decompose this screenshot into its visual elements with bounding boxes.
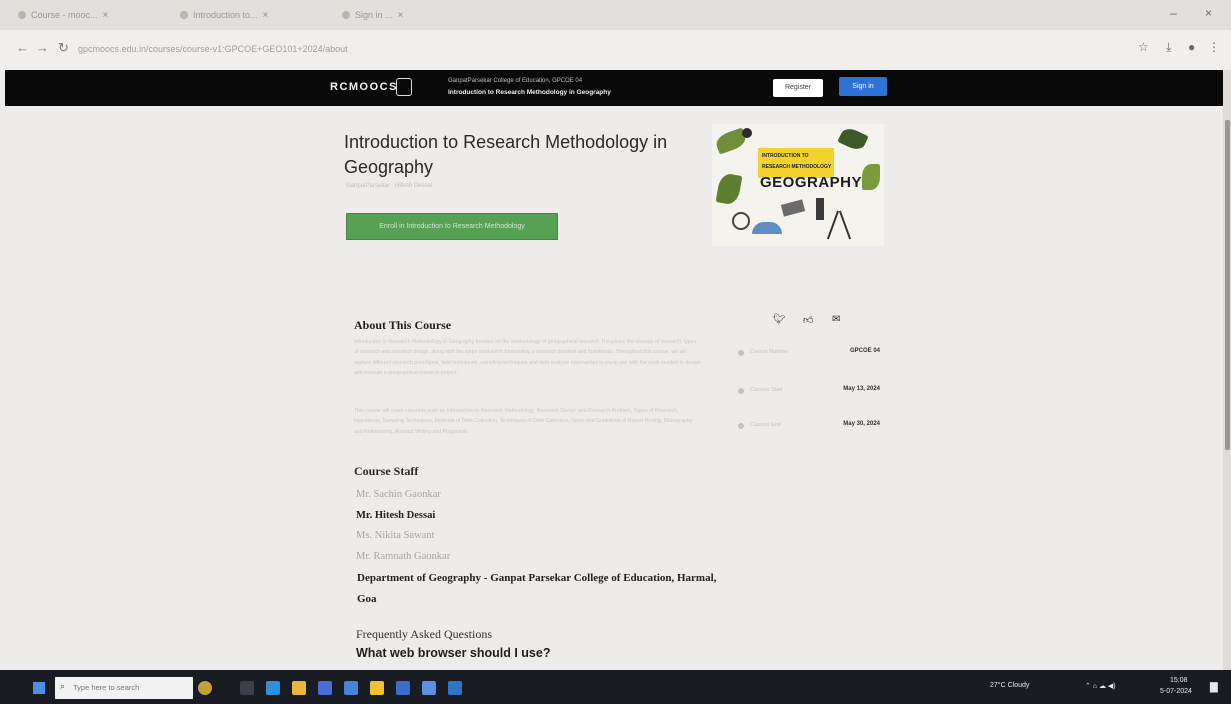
tripod-icon: [838, 210, 852, 240]
about-title: About This Course: [354, 318, 452, 332]
notification-icon[interactable]: ▇: [1210, 682, 1218, 693]
staff-member: Ms. Nikita Sawant: [356, 530, 435, 541]
tab-favicon-icon: [342, 11, 350, 19]
info-value: May 13, 2024: [843, 386, 880, 392]
edge-icon[interactable]: [266, 681, 280, 695]
tripod-icon: [826, 210, 840, 240]
course-number-icon: [738, 350, 744, 356]
tab-label: Sign in ...: [355, 10, 393, 20]
sign-in-button[interactable]: Sign in: [839, 77, 887, 96]
info-label: Classes Start: [750, 387, 783, 393]
about-paragraph: This course will cover concepts such as …: [354, 408, 693, 435]
cover-geography-word: GEOGRAPHY: [760, 174, 863, 191]
store-icon[interactable]: [318, 681, 332, 695]
back-icon[interactable]: ←: [16, 40, 29, 55]
chrome-icon[interactable]: [370, 681, 384, 695]
download-icon[interactable]: ⤓: [1166, 40, 1171, 55]
app-icon[interactable]: [448, 681, 462, 695]
clock-date[interactable]: 5-07-2024: [1160, 688, 1192, 695]
cortana-icon[interactable]: [198, 681, 212, 695]
course-cover-image: INTRODUCTION TO RESEARCH METHODOLOGY GEO…: [712, 124, 884, 246]
browser-tab-strip: Course - mooc... × Introduction to... × …: [0, 0, 1231, 30]
info-value: GPCOE 04: [849, 348, 880, 354]
course-title: Introduction to Research Methodology in …: [344, 132, 668, 177]
forward-icon[interactable]: →: [36, 40, 49, 55]
header-course-code: GanpatParsekar College of Education, GPC…: [448, 78, 583, 84]
bottle-icon: [816, 198, 824, 220]
close-tab-icon[interactable]: ×: [398, 10, 404, 21]
close-window-icon[interactable]: ×: [1205, 6, 1212, 20]
browser-tab[interactable]: Introduction to... ×: [180, 6, 268, 24]
url-field[interactable]: gpcmoocs.edu.in/courses/course-v1:GPCOE+…: [78, 44, 348, 54]
leaf-illustration: [715, 172, 743, 206]
info-row-course-number: Course Number GPCOE 04: [738, 348, 880, 360]
taskbar-search-placeholder: Type here to search: [73, 683, 140, 692]
tab-favicon-icon: [180, 11, 188, 19]
compass-icon: [742, 128, 752, 138]
magnifier-icon: [732, 212, 750, 230]
staff-member: Mr. Hitesh Dessai: [356, 510, 436, 521]
reload-icon[interactable]: ↻: [58, 40, 69, 56]
book-icon: [780, 199, 806, 217]
email-icon[interactable]: ✉: [832, 314, 840, 325]
department-name: Department of Geography - Ganpat Parseka…: [357, 572, 717, 605]
calendar-icon: [738, 388, 744, 394]
tab-label: Introduction to...: [193, 10, 258, 20]
scrollbar-thumb[interactable]: [1225, 120, 1230, 450]
faq-question[interactable]: What web browser should I use?: [356, 646, 550, 660]
mail-icon[interactable]: [344, 681, 358, 695]
twitter-icon[interactable]: 🐦︎: [773, 314, 786, 325]
browser-address-bar: ← → ↻ gpcmoocs.edu.in/courses/course-v1:…: [0, 30, 1231, 70]
tab-favicon-icon: [18, 11, 26, 19]
course-staff-title: Course Staff: [354, 464, 419, 478]
site-header: RCMOOCS GanpatParsekar College of Educat…: [5, 70, 1223, 106]
word-icon[interactable]: [396, 681, 410, 695]
enroll-button[interactable]: Enroll in Introduction to Research Metho…: [346, 213, 558, 240]
bookmark-star-icon[interactable]: ☆: [1138, 40, 1149, 54]
taskbar-search-box[interactable]: ⌕ Type here to search: [55, 677, 193, 699]
staff-member: Mr. Ramnath Gaonkar: [356, 551, 451, 562]
clock-time[interactable]: 15:08: [1170, 677, 1188, 684]
leaf-illustration: [862, 164, 880, 190]
weather-status[interactable]: 27°C Cloudy: [990, 682, 1029, 689]
register-button[interactable]: Register: [773, 79, 823, 97]
file-explorer-icon[interactable]: [292, 681, 306, 695]
faq-title: Frequently Asked Questions: [356, 627, 492, 641]
dome-icon: [752, 222, 782, 234]
task-view-icon[interactable]: [240, 681, 254, 695]
close-tab-icon[interactable]: ×: [103, 10, 109, 21]
leaf-illustration: [837, 125, 869, 153]
calendar-icon: [738, 423, 744, 429]
info-row-classes-start: Classes Start May 13, 2024: [738, 386, 880, 398]
site-logo[interactable]: RCMOOCS: [330, 81, 398, 93]
tab-label: Course - mooc...: [31, 10, 98, 20]
profile-avatar-icon[interactable]: ●: [1188, 40, 1195, 54]
browser-tab[interactable]: Sign in ... ×: [342, 6, 403, 24]
about-paragraph: Introduction to Research Methodology in …: [354, 339, 701, 377]
cover-line-2: RESEARCH METHODOLOGY: [762, 164, 832, 170]
close-tab-icon[interactable]: ×: [263, 10, 269, 21]
app-icon[interactable]: [422, 681, 436, 695]
minimize-icon[interactable]: –: [1170, 6, 1177, 20]
menu-icon[interactable]: ⋮: [1208, 40, 1220, 54]
info-label: Course Number: [750, 349, 789, 355]
like-icon[interactable]: 👍︎: [803, 314, 813, 326]
info-value: May 30, 2024: [843, 421, 880, 427]
info-row-classes-end: Classes End May 30, 2024: [738, 421, 880, 433]
staff-member: Mr. Sachin Gaonkar: [356, 489, 441, 500]
info-label: Classes End: [750, 422, 781, 428]
system-tray-icons[interactable]: ⌃ ⌂ ☁ ◀): [1085, 682, 1116, 690]
logo-mark-icon: [396, 78, 412, 96]
course-organization: GanpatParsekar · Hitesh Dessai: [346, 183, 433, 189]
header-course-name: Introduction to Research Methodology in …: [448, 89, 611, 96]
cover-line-1: INTRODUCTION TO: [762, 153, 809, 159]
windows-start-icon[interactable]: [33, 682, 45, 694]
search-icon: ⌕: [60, 681, 66, 691]
browser-tab[interactable]: Course - mooc... ×: [18, 6, 108, 24]
